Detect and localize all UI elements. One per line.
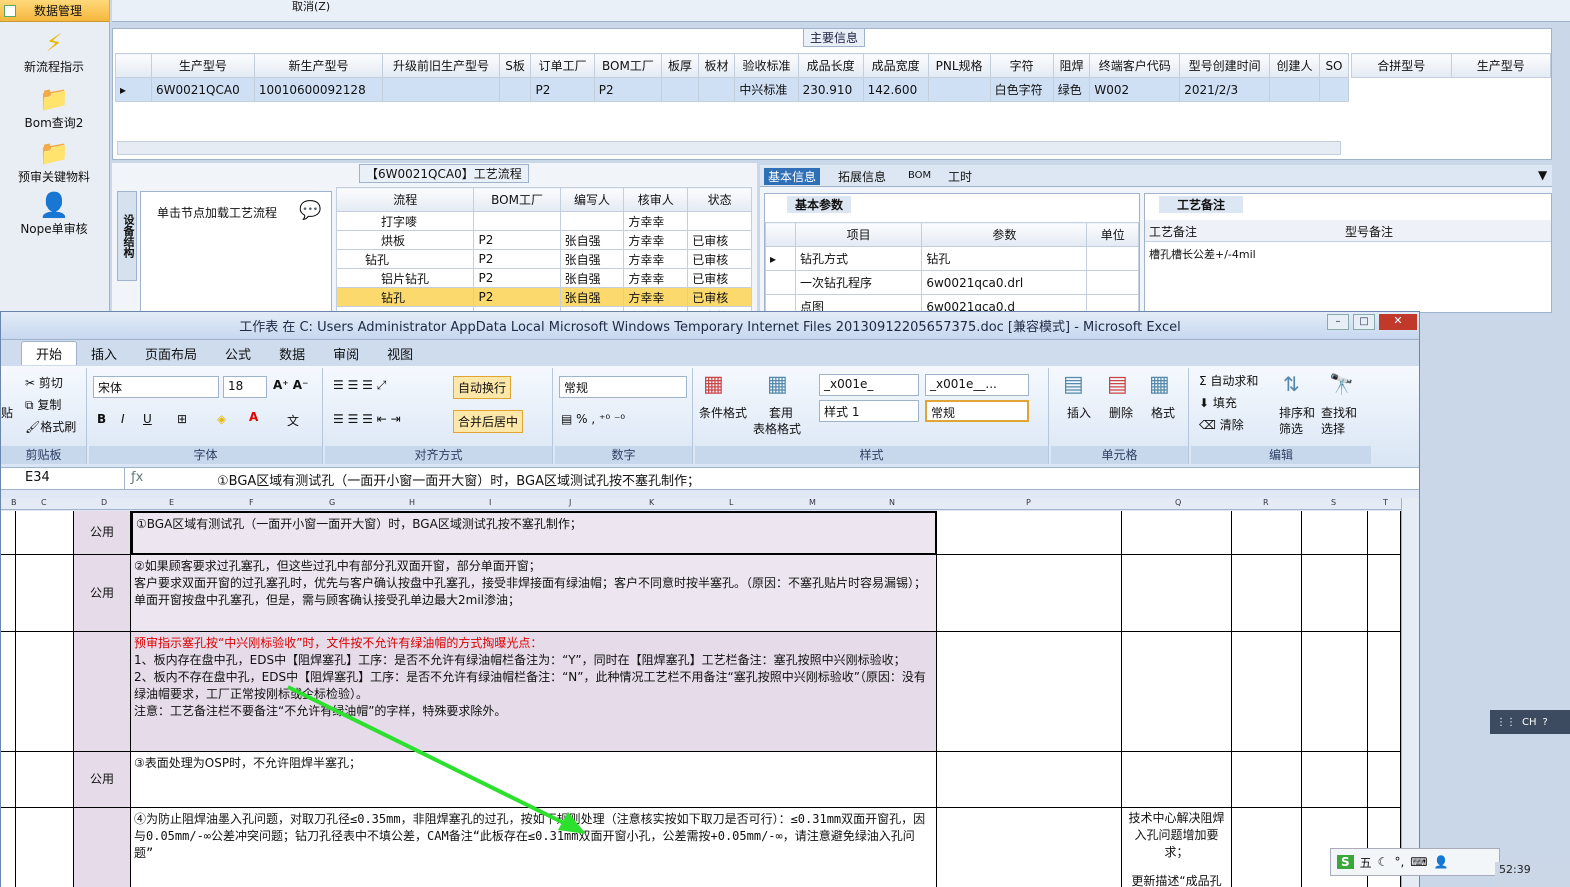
arrow-head xyxy=(558,812,586,834)
language-bar[interactable]: ⋮⋮ CH? xyxy=(1490,710,1570,734)
arrow-line xyxy=(287,685,579,832)
grip-icon: ⋮⋮ xyxy=(1496,716,1516,728)
moon-icon: ☾ xyxy=(1377,855,1389,869)
sogou-icon: S xyxy=(1337,855,1354,869)
punctuation-icon: °, xyxy=(1394,855,1405,869)
keyboard-icon: ⌨ xyxy=(1410,855,1428,869)
annotation-arrow xyxy=(287,685,586,834)
ime-toolbar[interactable]: S 五 ☾ °, ⌨ 👤 xyxy=(1330,848,1500,876)
clock: 52:39 xyxy=(1495,862,1570,887)
user-icon: 👤 xyxy=(1433,855,1449,869)
ime-mode: 五 xyxy=(1359,855,1372,870)
lang-indicator: CH xyxy=(1522,716,1537,728)
help-icon[interactable]: ? xyxy=(1543,717,1548,728)
